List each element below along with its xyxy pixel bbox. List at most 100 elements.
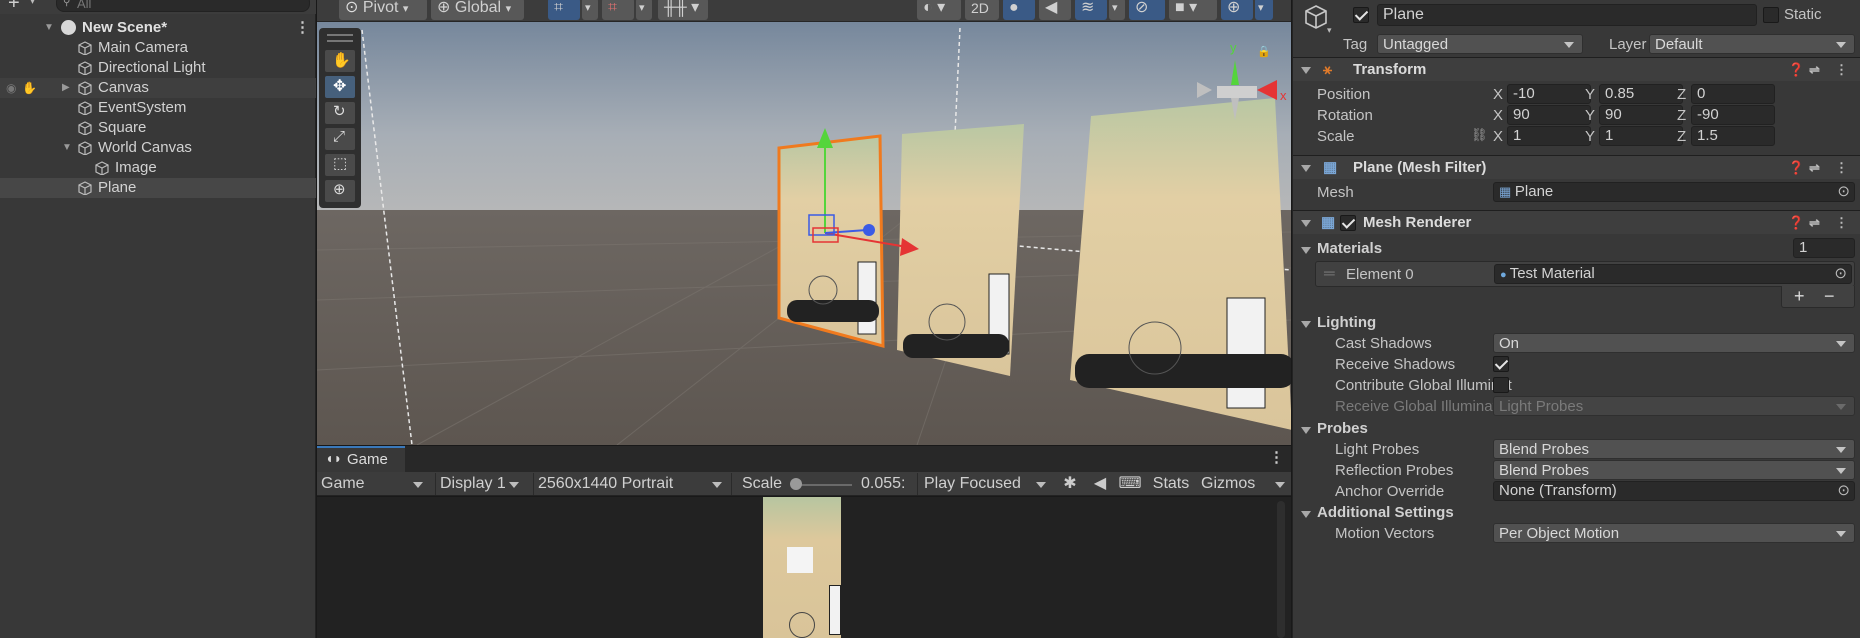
fold-arrow-icon[interactable]: ▼ bbox=[62, 138, 72, 158]
fold-arrow-icon[interactable] bbox=[1301, 220, 1311, 227]
add-icon[interactable]: + bbox=[8, 0, 20, 14]
hierarchy-item-image[interactable]: Image bbox=[0, 158, 316, 178]
fold-arrow-icon[interactable] bbox=[1301, 321, 1311, 328]
camera-dropdown[interactable]: ■ ▾ bbox=[1169, 0, 1217, 20]
remove-button[interactable]: − bbox=[1824, 286, 1835, 307]
object-name-field[interactable]: Plane bbox=[1377, 4, 1757, 26]
static-checkbox[interactable] bbox=[1763, 7, 1779, 23]
motion-vectors-dropdown[interactable]: Per Object Motion bbox=[1493, 523, 1855, 543]
search-input[interactable]: ⚲ All bbox=[56, 0, 310, 12]
lighting-toggle[interactable]: ● bbox=[1003, 0, 1035, 20]
audio-icon[interactable]: ◀ bbox=[1087, 473, 1113, 495]
light-probes-dropdown[interactable]: Blend Probes bbox=[1493, 439, 1855, 459]
rotation-x-field[interactable]: 90 bbox=[1507, 105, 1591, 125]
fold-arrow-icon[interactable]: ▼ bbox=[44, 18, 54, 38]
position-z-field[interactable]: 0 bbox=[1691, 84, 1775, 104]
contribute-gi-checkbox[interactable] bbox=[1493, 377, 1509, 393]
position-y-field[interactable]: 0.85 bbox=[1599, 84, 1683, 104]
plane-object[interactable] bbox=[1070, 98, 1291, 430]
increment-snap-menu[interactable]: ▾ bbox=[636, 0, 652, 20]
hierarchy-item-main-camera[interactable]: Main Camera bbox=[0, 38, 316, 58]
scale-tool-icon[interactable]: ⤢ bbox=[325, 128, 355, 150]
scene-row[interactable]: ▼ New Scene* ⋮ bbox=[0, 18, 316, 38]
rotation-z-field[interactable]: -90 bbox=[1691, 105, 1775, 125]
grid-snap-menu[interactable]: ▾ bbox=[582, 0, 598, 20]
cast-shadows-dropdown[interactable]: On bbox=[1493, 333, 1855, 353]
gizmos-dropdown[interactable]: Gizmos bbox=[1197, 473, 1291, 495]
ruler-button[interactable]: ╫╫ ▾ bbox=[658, 0, 708, 20]
transform-tool-icon[interactable]: ⊕ bbox=[325, 180, 355, 202]
fold-arrow-icon[interactable] bbox=[1301, 165, 1311, 172]
drag-handle-icon[interactable]: ═ bbox=[1324, 265, 1335, 282]
add-button[interactable]: + bbox=[1794, 286, 1805, 307]
tab-game[interactable]: ◖◗ Game bbox=[317, 446, 405, 472]
hierarchy-item-plane[interactable]: Plane bbox=[0, 178, 316, 198]
help-icon[interactable]: ❓ bbox=[1788, 156, 1804, 180]
scene-view[interactable]: y x 🔒 ✋ ✥ ↻ ⤢ ⬚ ⊕ bbox=[317, 0, 1291, 445]
more-icon[interactable]: ⋮ bbox=[1269, 448, 1284, 466]
reflection-probes-dropdown[interactable]: Blend Probes bbox=[1493, 460, 1855, 480]
position-x-field[interactable]: -10 bbox=[1507, 84, 1591, 104]
game-view-mode-dropdown[interactable]: Game bbox=[319, 473, 429, 495]
object-picker-icon[interactable]: ⊙ bbox=[1837, 482, 1850, 500]
pivot-dropdown[interactable]: ⊙ Pivot ▾ bbox=[339, 0, 427, 20]
palette-drag-handle[interactable] bbox=[327, 34, 353, 42]
fold-arrow-icon[interactable]: ▶ bbox=[62, 78, 72, 98]
effects-toggle[interactable]: ≋ bbox=[1075, 0, 1107, 20]
scale-slider-thumb[interactable] bbox=[790, 478, 802, 490]
dropdown-caret-icon[interactable]: ▾ bbox=[30, 0, 35, 7]
transform-component-header[interactable]: ⚹ Transform ❓ ⇌ ⋮ bbox=[1293, 57, 1860, 81]
more-icon[interactable]: ⋮ bbox=[1835, 211, 1848, 235]
scene-visibility-toggle[interactable]: ⊘ bbox=[1129, 0, 1165, 20]
rect-tool-icon[interactable]: ⬚ bbox=[325, 154, 355, 176]
hierarchy-item-square[interactable]: Square bbox=[0, 118, 316, 138]
pickable-hand-icon[interactable]: ✋ bbox=[22, 78, 37, 98]
keyboard-icon[interactable]: ⌨ bbox=[1117, 473, 1143, 495]
hierarchy-item-canvas[interactable]: ◉ ✋ ▶ Canvas bbox=[0, 78, 316, 98]
mesh-renderer-enabled-checkbox[interactable] bbox=[1340, 215, 1356, 231]
bug-icon[interactable]: ✱ bbox=[1057, 473, 1083, 495]
presets-icon[interactable]: ⇌ bbox=[1809, 58, 1820, 82]
grid-snap-button[interactable]: ⌗ bbox=[548, 0, 580, 20]
scale-z-field[interactable]: 1.5 bbox=[1691, 126, 1775, 146]
hand-tool-icon[interactable]: ✋ bbox=[325, 50, 355, 72]
2d-toggle[interactable]: 2D bbox=[965, 0, 999, 20]
constrain-proportions-link-icon[interactable]: ⛓ bbox=[1471, 127, 1488, 143]
fold-arrow-icon[interactable] bbox=[1301, 511, 1311, 518]
play-mode-dropdown[interactable]: Play Focused bbox=[917, 473, 1052, 495]
audio-toggle[interactable]: ◀ bbox=[1039, 0, 1071, 20]
increment-snap-button[interactable]: ⌗ bbox=[602, 0, 634, 20]
rotate-tool-icon[interactable]: ↻ bbox=[325, 102, 355, 124]
hierarchy-item-eventsystem[interactable]: EventSystem bbox=[0, 98, 316, 118]
mesh-field[interactable]: ▦ Plane ⊙ bbox=[1493, 182, 1855, 202]
effects-menu[interactable]: ▾ bbox=[1109, 0, 1125, 20]
mesh-renderer-component-header[interactable]: ▦ Mesh Renderer ❓ ⇌ ⋮ bbox=[1293, 210, 1860, 234]
global-dropdown[interactable]: ⊕ Global ▾ bbox=[431, 0, 524, 20]
layer-dropdown[interactable]: Default bbox=[1649, 34, 1855, 54]
scale-x-field[interactable]: 1 bbox=[1507, 126, 1591, 146]
presets-icon[interactable]: ⇌ bbox=[1809, 156, 1820, 180]
stats-button[interactable]: Stats bbox=[1149, 473, 1193, 495]
object-picker-icon[interactable]: ⊙ bbox=[1834, 265, 1847, 283]
active-checkbox[interactable] bbox=[1353, 7, 1369, 23]
help-icon[interactable]: ❓ bbox=[1788, 211, 1804, 235]
receive-shadows-checkbox[interactable] bbox=[1493, 356, 1509, 372]
presets-icon[interactable]: ⇌ bbox=[1809, 211, 1820, 235]
more-icon[interactable]: ⋮ bbox=[1835, 58, 1848, 82]
move-tool-icon[interactable]: ✥ bbox=[325, 76, 355, 98]
rotation-y-field[interactable]: 90 bbox=[1599, 105, 1683, 125]
fold-arrow-icon[interactable] bbox=[1301, 427, 1311, 434]
tag-dropdown[interactable]: Untagged bbox=[1377, 34, 1583, 54]
fold-arrow-icon[interactable] bbox=[1301, 247, 1311, 254]
scene-viewport[interactable]: y x 🔒 bbox=[317, 0, 1291, 445]
fold-arrow-icon[interactable] bbox=[1301, 67, 1311, 74]
hierarchy-item-directional-light[interactable]: Directional Light bbox=[0, 58, 316, 78]
visibility-eye-icon[interactable]: ◉ bbox=[6, 78, 16, 98]
hierarchy-item-world-canvas[interactable]: ▼ World Canvas bbox=[0, 138, 316, 158]
shading-mode-dropdown[interactable]: ◐ ▾ bbox=[917, 0, 961, 20]
mesh-filter-component-header[interactable]: ▦ Plane (Mesh Filter) ❓ ⇌ ⋮ bbox=[1293, 155, 1860, 179]
gizmos-toggle[interactable]: ⊕ bbox=[1221, 0, 1253, 20]
more-icon[interactable]: ⋮ bbox=[295, 18, 310, 38]
object-picker-icon[interactable]: ⊙ bbox=[1837, 183, 1850, 201]
game-view-scrollbar[interactable] bbox=[1277, 501, 1285, 638]
